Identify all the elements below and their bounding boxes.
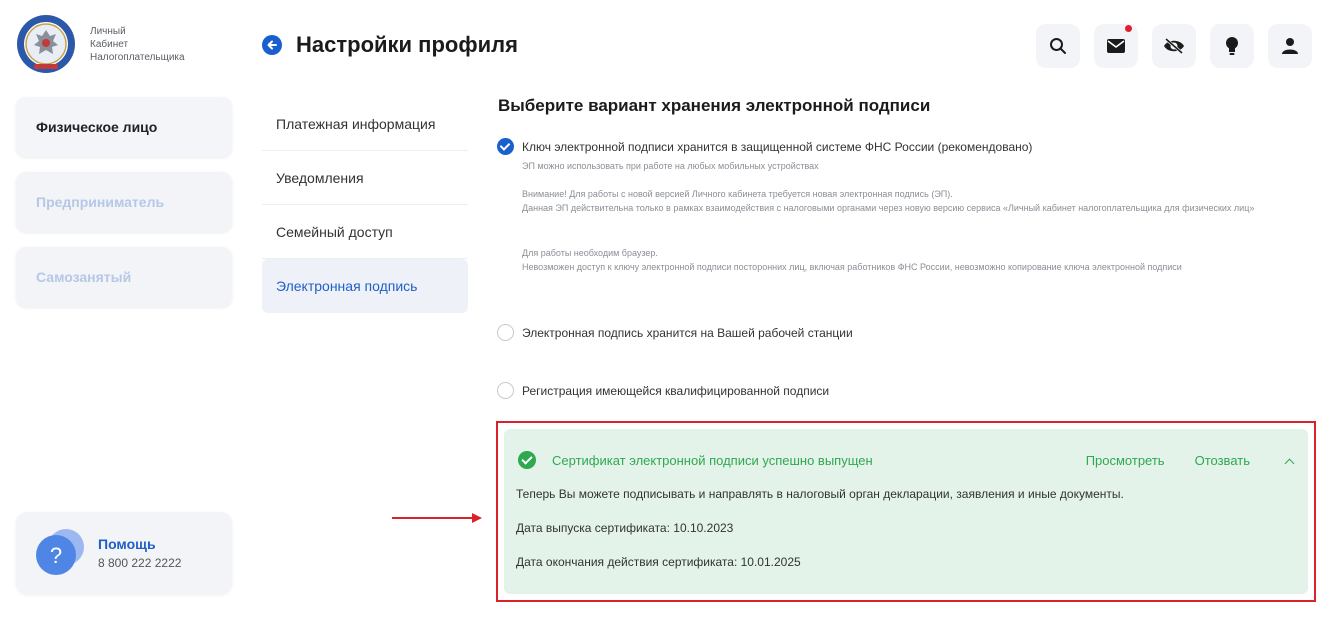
top-toolbar: [1022, 24, 1312, 68]
lightbulb-icon: [1226, 37, 1238, 55]
submenu-notifications[interactable]: Уведомления: [262, 151, 468, 205]
notification-dot: [1125, 25, 1132, 32]
option-note: Для работы необходим браузер.: [522, 248, 658, 258]
logo[interactable]: Личный Кабинет Налогоплательщика: [16, 14, 185, 74]
success-title: Сертификат электронной подписи успешно в…: [552, 452, 873, 468]
submenu-item-label: Уведомления: [276, 169, 364, 186]
certificate-success-panel: Сертификат электронной подписи успешно в…: [504, 429, 1308, 594]
profile-button[interactable]: [1268, 24, 1312, 68]
search-icon: [1050, 38, 1066, 54]
expiry-date: Дата окончания действия сертификата: 10.…: [516, 555, 801, 569]
option-fns-storage[interactable]: Ключ электронной подписи хранится в защи…: [497, 138, 1032, 155]
sidebar-item-entrepreneur[interactable]: Предприниматель: [16, 172, 232, 232]
sidebar-item-individual[interactable]: Физическое лицо: [16, 97, 232, 157]
sidebar-item-label: Самозанятый: [36, 269, 132, 285]
visibility-toggle-button[interactable]: [1152, 24, 1196, 68]
highlight-frame: Сертификат электронной подписи успешно в…: [496, 421, 1316, 602]
eye-off-icon: [1164, 37, 1184, 55]
submenu-electronic-signature[interactable]: Электронная подпись: [262, 259, 468, 313]
option-label: Электронная подпись хранится на Вашей ра…: [522, 325, 853, 340]
search-button[interactable]: [1036, 24, 1080, 68]
fns-emblem-icon: [17, 15, 75, 73]
sidebar-item-label: Предприниматель: [36, 194, 165, 210]
option-note: Невозможен доступ к ключу электронной по…: [522, 262, 1182, 272]
submenu-item-label: Семейный доступ: [276, 223, 393, 240]
sidebar-item-self-employed[interactable]: Самозанятый: [16, 247, 232, 307]
radio-unchecked[interactable]: [497, 324, 514, 341]
option-note: Данная ЭП действительна только в рамках …: [522, 203, 1255, 213]
logo-line-1: Личный: [90, 25, 126, 37]
radio-unchecked[interactable]: [497, 382, 514, 399]
option-label: Ключ электронной подписи хранится в защи…: [522, 139, 1033, 154]
user-icon: [1282, 38, 1298, 54]
option-label: Регистрация имеющейся квалифицированной …: [522, 383, 830, 398]
submenu-item-label: Платежная информация: [276, 115, 436, 132]
svg-text:?: ?: [50, 543, 62, 568]
logo-line-3: Налогоплательщика: [90, 51, 185, 63]
submenu-payment-info[interactable]: Платежная информация: [262, 97, 468, 151]
logo-line-2: Кабинет: [90, 38, 129, 50]
help-question-icon: ?: [36, 529, 84, 575]
radio-checked[interactable]: [497, 138, 514, 155]
section-title: Выберите вариант хранения электронной по…: [498, 96, 931, 115]
submenu-item-label: Электронная подпись: [276, 278, 418, 294]
help-phone: 8 800 222 2222: [98, 556, 182, 570]
help-title: Помощь: [98, 536, 156, 552]
pointer-arrow-icon: [392, 513, 482, 523]
back-arrow-icon[interactable]: [262, 35, 282, 55]
sidebar-item-label: Физическое лицо: [36, 119, 158, 135]
check-circle-icon: [518, 451, 536, 469]
submenu-family-access[interactable]: Семейный доступ: [262, 205, 468, 259]
view-certificate-link[interactable]: Просмотреть: [1086, 453, 1165, 468]
chevron-up-icon[interactable]: [1284, 458, 1294, 468]
help-card[interactable]: ? Помощь 8 800 222 2222: [16, 512, 232, 594]
success-message: Теперь Вы можете подписывать и направлят…: [516, 487, 1124, 501]
option-note: ЭП можно использовать при работе на любы…: [522, 161, 819, 171]
option-note: Внимание! Для работы с новой версией Лич…: [522, 189, 953, 199]
issue-date: Дата выпуска сертификата: 10.10.2023: [516, 521, 734, 535]
logo-text: Личный Кабинет Налогоплательщика: [90, 25, 185, 64]
mail-icon: [1107, 39, 1125, 53]
option-register-qualified[interactable]: Регистрация имеющейся квалифицированной …: [497, 382, 829, 399]
revoke-certificate-link[interactable]: Отозвать: [1195, 453, 1250, 468]
settings-submenu: Платежная информация Уведомления Семейны…: [262, 97, 468, 313]
option-workstation-storage[interactable]: Электронная подпись хранится на Вашей ра…: [497, 324, 853, 341]
mail-button[interactable]: [1094, 24, 1138, 68]
page-title: Настройки профиля: [296, 32, 518, 57]
tips-button[interactable]: [1210, 24, 1254, 68]
